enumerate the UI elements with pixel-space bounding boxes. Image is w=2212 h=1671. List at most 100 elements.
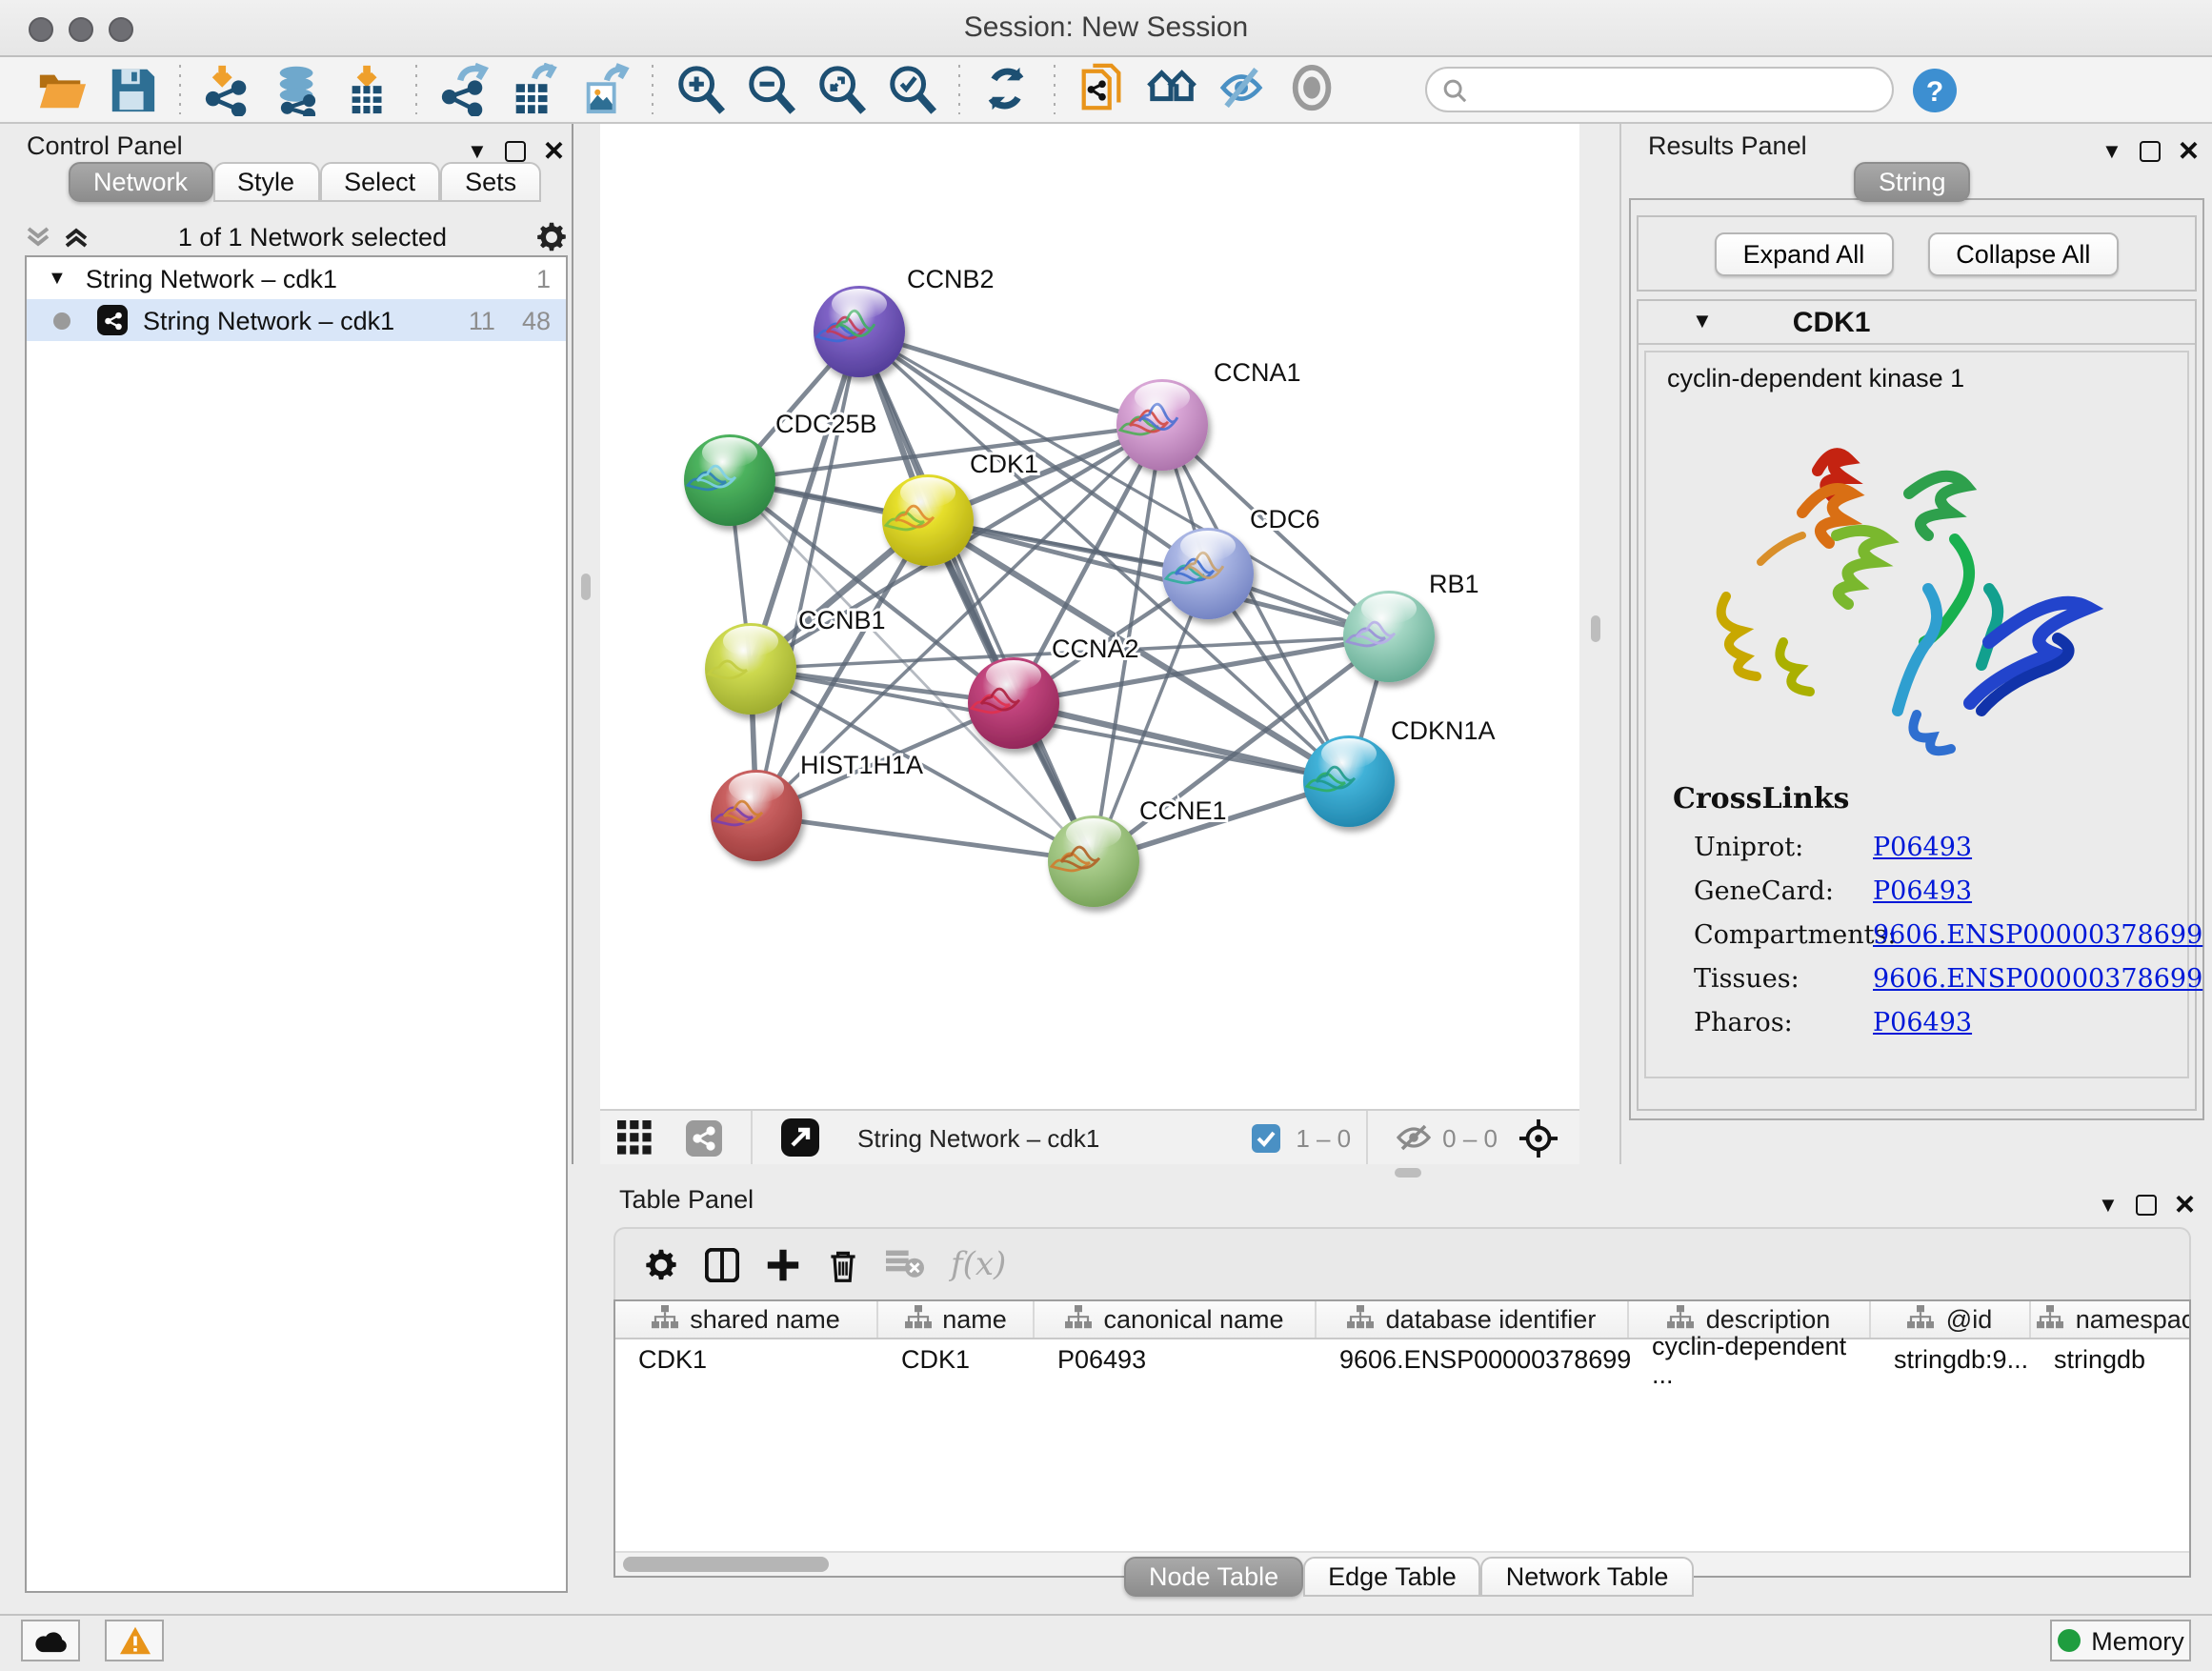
annotation-icon[interactable] — [1076, 64, 1128, 115]
tab-network-table[interactable]: Network Table — [1481, 1557, 1694, 1597]
export-image-icon[interactable] — [579, 64, 631, 115]
network-tree-item[interactable]: ▼String Network – cdk11 — [27, 257, 566, 299]
tab-select[interactable]: Select — [319, 162, 440, 202]
scrollbar-thumb[interactable] — [623, 1557, 829, 1572]
show-panel-icon[interactable] — [1288, 64, 1339, 115]
selected-checkbox-icon[interactable] — [1240, 1112, 1292, 1163]
search-input[interactable] — [1425, 67, 1894, 112]
gene-section-header[interactable]: ▼ CDK1 — [1639, 301, 2195, 345]
cell-canonical-name[interactable]: P06493 — [1035, 1345, 1317, 1374]
crosslink-value-link[interactable]: 9606.ENSP00000378699 — [1873, 964, 2202, 995]
refresh-icon[interactable] — [981, 64, 1033, 115]
import-network-icon[interactable] — [202, 64, 253, 115]
node-table[interactable]: shared namenamecanonical namedatabase id… — [613, 1299, 2191, 1578]
node-CCNE1[interactable] — [1048, 815, 1139, 907]
zoom-fit-icon[interactable] — [815, 64, 867, 115]
zoom-out-icon[interactable] — [745, 64, 796, 115]
close-panel-icon[interactable]: ✕ — [2174, 1189, 2196, 1221]
import-database-icon[interactable] — [272, 64, 324, 115]
delete-column-icon[interactable] — [827, 1247, 859, 1281]
cell-name[interactable]: CDK1 — [878, 1345, 1035, 1374]
collapse-panel-icon[interactable]: ▼ — [467, 140, 488, 163]
expand-all-button[interactable]: Expand All — [1715, 232, 1894, 275]
warnings-button[interactable] — [105, 1620, 164, 1661]
column-header-database-identifier[interactable]: database identifier — [1317, 1301, 1629, 1338]
network-tree-item[interactable]: String Network – cdk11148 — [27, 299, 566, 341]
network-canvas[interactable]: CCNB2CCNA1CDC25BCDK1CDC6RB1CCNB1CCNA2CDK… — [600, 124, 1579, 1109]
float-panel-icon[interactable] — [2140, 141, 2161, 162]
tab-edge-table[interactable]: Edge Table — [1303, 1557, 1481, 1597]
column-header-name[interactable]: name — [878, 1301, 1035, 1338]
node-label-CDK1: CDK1 — [970, 450, 1038, 478]
open-folder-icon[interactable] — [36, 64, 88, 115]
close-panel-icon[interactable]: ✕ — [543, 135, 565, 168]
tab-node-table[interactable]: Node Table — [1124, 1557, 1303, 1597]
left-splitter[interactable] — [572, 124, 600, 1164]
node-CDKN1A[interactable] — [1303, 735, 1395, 827]
import-table-icon[interactable] — [343, 64, 394, 115]
cell-@id[interactable]: stringdb:9... — [1871, 1345, 2031, 1374]
cell-database-identifier[interactable]: 9606.ENSP00000378699 — [1317, 1345, 1629, 1374]
column-header-canonical-name[interactable]: canonical name — [1035, 1301, 1317, 1338]
node-CCNB1[interactable] — [705, 623, 796, 715]
add-column-icon[interactable] — [766, 1247, 800, 1281]
show-columns-icon[interactable] — [705, 1247, 739, 1281]
node-CCNB2[interactable] — [814, 286, 905, 377]
edge-CCNB2-CCNA1[interactable] — [859, 332, 1162, 425]
column-header-@id[interactable]: @id — [1871, 1301, 2031, 1338]
collapse-panel-icon[interactable]: ▼ — [2098, 1194, 2119, 1217]
collapse-all-icon[interactable] — [25, 225, 51, 250]
zoom-selected-icon[interactable] — [886, 64, 937, 115]
collapse-panel-icon[interactable]: ▼ — [2101, 140, 2122, 163]
cell-description[interactable]: cyclin-dependent ... — [1629, 1331, 1871, 1388]
birds-eye-view-icon[interactable] — [1513, 1112, 1564, 1163]
table-settings-gear-icon[interactable] — [644, 1247, 678, 1281]
node-CCNA1[interactable] — [1116, 379, 1208, 471]
table-tabs: Node TableEdge TableNetwork Table — [1124, 1557, 1693, 1597]
collapse-section-icon[interactable]: ▼ — [1692, 311, 1713, 333]
node-CDC6[interactable] — [1162, 528, 1254, 619]
edge-CCNA2-CDKN1A[interactable] — [1014, 703, 1349, 781]
grid-view-icon[interactable] — [608, 1112, 659, 1163]
help-icon[interactable]: ? — [1909, 64, 1961, 115]
node-HIST1H1A[interactable] — [711, 770, 802, 861]
network-thumbnail-icon[interactable] — [678, 1112, 730, 1163]
right-splitter[interactable] — [1579, 124, 1621, 1164]
float-panel-icon[interactable] — [505, 141, 526, 162]
node-CDC25B[interactable] — [684, 434, 775, 526]
hide-panel-icon[interactable] — [1217, 64, 1269, 115]
column-type-icon — [2038, 1304, 2064, 1335]
node-CCNA2[interactable] — [968, 657, 1059, 749]
cloud-button[interactable] — [21, 1620, 80, 1661]
open-in-window-icon[interactable] — [774, 1112, 825, 1163]
tab-sets[interactable]: Sets — [440, 162, 541, 202]
crosslink-value-link[interactable]: P06493 — [1873, 876, 1972, 907]
node-CDK1[interactable] — [882, 474, 974, 566]
memory-button[interactable]: Memory — [2050, 1620, 2191, 1661]
zoom-in-icon[interactable] — [674, 64, 726, 115]
close-panel-icon[interactable]: ✕ — [2178, 135, 2200, 168]
tab-network[interactable]: Network — [69, 162, 212, 202]
node-RB1[interactable] — [1343, 591, 1435, 682]
crosslink-value-link[interactable]: P06493 — [1873, 1008, 1972, 1038]
tab-string[interactable]: String — [1854, 162, 1971, 202]
expand-all-icon[interactable] — [63, 225, 90, 250]
collapse-all-button[interactable]: Collapse All — [1927, 232, 2119, 275]
edge-CCNB2-HIST1H1A[interactable] — [756, 332, 859, 815]
cell-namespac[interactable]: stringdb — [2031, 1345, 2191, 1374]
cell-shared-name[interactable]: CDK1 — [615, 1345, 878, 1374]
collapse-node-icon[interactable]: ▼ — [48, 268, 67, 289]
crosslink-value-link[interactable]: 9606.ENSP00000378699 — [1873, 920, 2202, 951]
home-icon[interactable] — [1147, 64, 1198, 115]
gear-icon[interactable] — [535, 221, 568, 253]
column-header-shared-name[interactable]: shared name — [615, 1301, 878, 1338]
tab-style[interactable]: Style — [212, 162, 319, 202]
save-icon[interactable] — [107, 64, 158, 115]
table-row[interactable]: CDK1CDK1P064939606.ENSP00000378699cyclin… — [615, 1339, 2189, 1379]
edge-HIST1H1A-CCNE1[interactable] — [756, 815, 1094, 861]
export-network-icon[interactable] — [438, 64, 490, 115]
export-table-icon[interactable] — [509, 64, 560, 115]
crosslink-value-link[interactable]: P06493 — [1873, 833, 1972, 863]
float-panel-icon[interactable] — [2136, 1195, 2157, 1216]
column-header-namespac[interactable]: namespac — [2031, 1301, 2191, 1338]
